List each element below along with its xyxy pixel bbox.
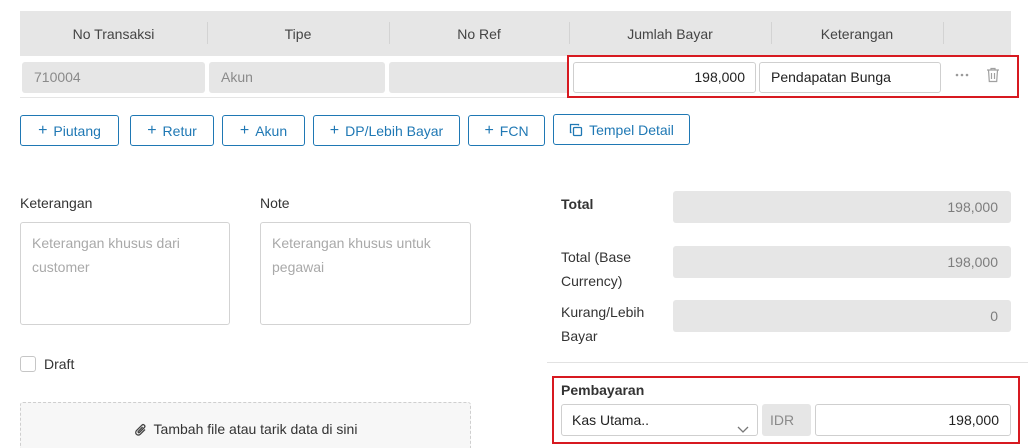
total-base-currency-label: Total (Base Currency) (561, 249, 632, 289)
note-textarea[interactable]: Keterangan khusus untuk pegawai (260, 222, 471, 325)
add-piutang-label: Piutang (53, 122, 101, 139)
highlight-pembayaran (552, 376, 1020, 444)
tempel-detail-label: Tempel Detail (589, 121, 674, 138)
tempel-detail-button[interactable]: Tempel Detail (553, 114, 690, 145)
total-base-currency-value: 198,000 (673, 246, 1011, 278)
col-header-no-transaksi: No Transaksi (72, 25, 155, 42)
total-label: Total (561, 196, 594, 212)
add-retur-label: Retur (162, 122, 197, 139)
col-header-keterangan: Keterangan (771, 11, 943, 56)
keterangan-textarea[interactable]: Keterangan khusus dari customer (20, 222, 230, 325)
col-header-jumlah-bayar: Jumlah Bayar (569, 11, 771, 56)
add-fcn-button[interactable]: + FCN (468, 115, 545, 146)
col-header-no-ref: No Ref (389, 11, 569, 56)
copy-icon (569, 123, 583, 137)
tipe-field: Akun (209, 62, 385, 93)
paperclip-icon (134, 421, 148, 448)
add-akun-button[interactable]: + Akun (222, 115, 305, 146)
add-fcn-label: FCN (499, 122, 529, 139)
add-akun-label: Akun (255, 122, 288, 139)
plus-icon: + (329, 121, 340, 139)
add-retur-button[interactable]: + Retur (130, 115, 214, 146)
table-header: No Transaksi Tipe No Ref Jumlah Bayar Ke… (20, 11, 1011, 56)
add-piutang-button[interactable]: + Piutang (20, 115, 119, 146)
kurang-lebih-bayar-value: 0 (673, 300, 1011, 332)
plus-icon: + (147, 121, 157, 139)
draft-checkbox[interactable] (20, 356, 36, 372)
note-label: Note (260, 195, 290, 211)
divider (547, 362, 1028, 363)
plus-icon: + (38, 121, 48, 139)
col-header-actions (943, 11, 1011, 56)
add-dp-label: DP/Lebih Bayar (345, 122, 444, 139)
kurang-lebih-bayar-label: Kurang/Lebih Bayar (561, 304, 645, 344)
total-value: 198,000 (673, 191, 1011, 223)
keterangan-label: Keterangan (20, 195, 93, 211)
plus-icon: + (239, 121, 250, 139)
add-dp-button[interactable]: + DP/Lebih Bayar (313, 115, 460, 146)
plus-icon: + (484, 121, 494, 139)
no-transaksi-field: 710004 (22, 62, 205, 93)
highlight-row-inputs (567, 55, 1019, 98)
dropzone-text: Tambah file atau tarik data di sini (153, 421, 358, 437)
col-header-tipe: Tipe (207, 11, 389, 56)
file-dropzone[interactable]: Tambah file atau tarik data di sini (20, 402, 471, 448)
no-ref-field (389, 62, 569, 93)
draft-label: Draft (44, 356, 75, 372)
